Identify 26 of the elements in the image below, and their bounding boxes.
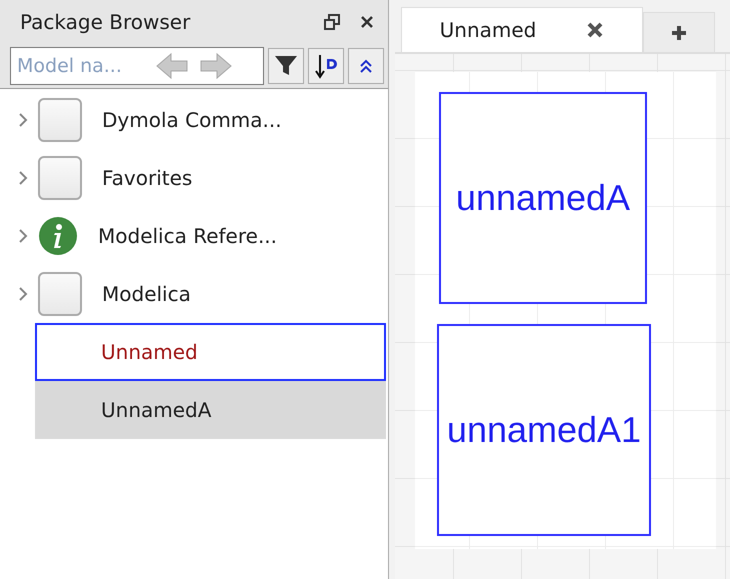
info-icon [38, 216, 78, 256]
model-block[interactable]: unnamedA [439, 92, 647, 304]
expand-icon[interactable] [18, 112, 28, 128]
close-icon[interactable] [360, 15, 374, 29]
close-icon[interactable] [586, 21, 604, 39]
tree-item[interactable]: UnnamedA [35, 381, 386, 439]
expand-icon[interactable] [18, 170, 28, 186]
tree-item[interactable]: Unnamed [35, 323, 386, 381]
expand-icon[interactable] [18, 286, 28, 302]
sort-button[interactable] [308, 48, 344, 84]
plus-icon [671, 24, 687, 40]
model-block[interactable]: unnamedA1 [437, 324, 651, 536]
new-tab-button[interactable] [643, 12, 715, 52]
sort-icon [314, 53, 338, 79]
expand-icon[interactable] [18, 228, 28, 244]
folder-icon [38, 272, 82, 316]
collapse-button[interactable] [348, 48, 384, 84]
filter-icon [274, 55, 298, 77]
folder-icon [38, 98, 82, 142]
document-tab[interactable]: Unnamed [401, 7, 643, 52]
folder-icon [38, 156, 82, 200]
double-chevron-up-icon [358, 58, 374, 74]
restore-icon[interactable] [324, 14, 340, 30]
panel-title: Package Browser [20, 10, 192, 34]
filter-button[interactable] [268, 48, 304, 84]
search-bar[interactable]: Model na... [10, 47, 264, 85]
